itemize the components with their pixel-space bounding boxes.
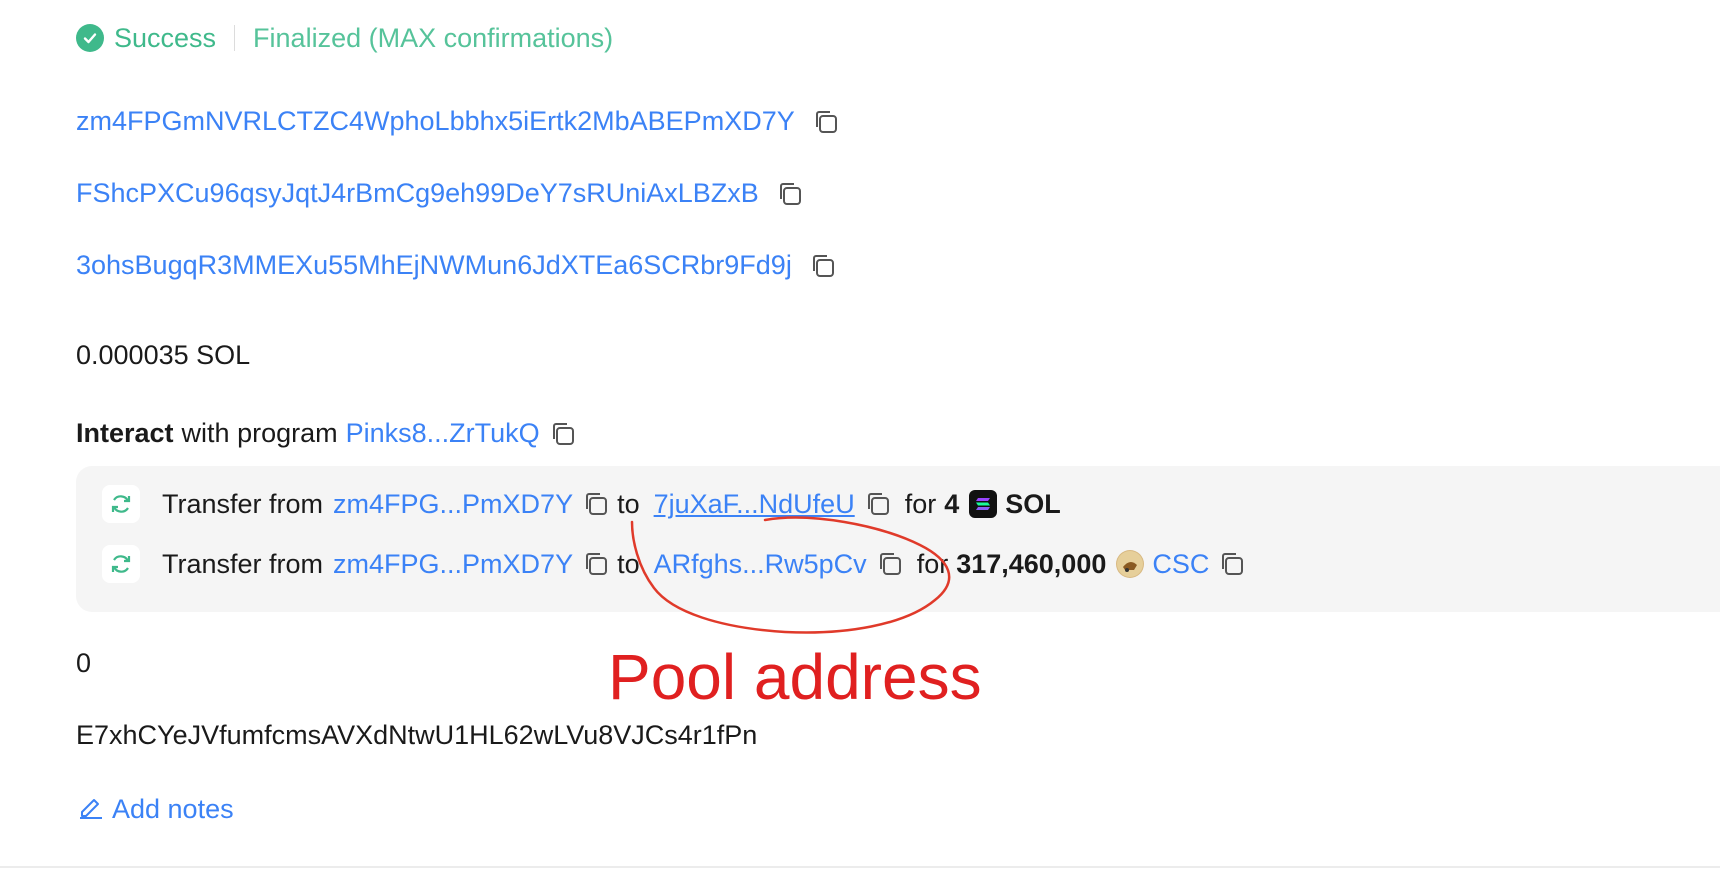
account-link-3[interactable]: 3ohsBugqR3MMEXu55MhEjNWMun6JdXTEa6SCRbr9… [76,250,792,281]
token-link[interactable]: CSC [1152,549,1209,580]
copy-icon[interactable] [777,181,803,207]
annotation-label: Pool address [608,641,982,713]
account-link-1[interactable]: zm4FPGmNVRLCTZC4WphoLbbhx5iErtk2MbABEPmX… [76,106,795,137]
copy-icon[interactable] [550,421,576,447]
status-result: Success [114,22,217,53]
copy-icon[interactable] [810,253,836,279]
annotation-circle [630,516,951,634]
pencil-icon [76,792,104,827]
fee-value: 0.000035 SOL [76,340,251,370]
transfer-from-link[interactable]: zm4FPG...PmXD7Y [333,489,573,520]
add-notes-label: Add notes [112,794,234,824]
csc-token-icon [1116,550,1145,578]
transfer-from-link[interactable]: zm4FPG...PmXD7Y [333,549,573,580]
account-row-2: FShcPXCu96qsyJqtJ4rBmCg9eh99DeY7sRUniAxL… [76,178,803,209]
account-row-3: 3ohsBugqR3MMEXu55MhEjNWMun6JdXTEa6SCRbr9… [76,250,836,281]
compute-value: 0 [76,648,92,678]
check-circle-icon [76,24,104,52]
status-divider [234,25,236,51]
interact-verb: Interact [76,418,174,448]
account-row-1: zm4FPGmNVRLCTZC4WphoLbbhx5iErtk2MbABEPmX… [76,106,839,137]
transfer-label: Transfer from [162,488,324,519]
confirmation-status: Finalized (MAX confirmations) [253,22,614,53]
refresh-icon [102,485,140,523]
copy-icon[interactable] [1219,551,1245,577]
blockhash-value: E7xhCYeJVfumfcmsAVXdNtwU1HL62wLVu8VJCs4r… [76,720,758,750]
copy-icon[interactable] [813,109,839,135]
account-link-2[interactable]: FShcPXCu96qsyJqtJ4rBmCg9eh99DeY7sRUniAxL… [76,178,759,209]
program-link[interactable]: Pinks8...ZrTukQ [346,418,540,449]
interact-line: Interact with program Pinks8...ZrTukQ [76,418,576,449]
bottom-divider [0,866,1720,868]
interact-text: with program [181,418,338,448]
status-line: Success Finalized (MAX confirmations) [76,18,613,58]
transfer-label: Transfer from [162,548,324,579]
add-notes-button[interactable]: Add notes [76,792,234,827]
token-symbol: SOL [1005,488,1061,519]
refresh-icon [102,545,140,583]
